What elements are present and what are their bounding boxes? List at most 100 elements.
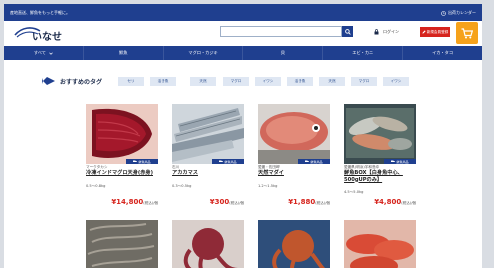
product-weight: 0.5～0.8kg [86, 184, 106, 188]
product-image[interactable] [258, 220, 330, 268]
price-value: ¥4,800 [374, 198, 402, 206]
badge-label: 鮮魚商品 [396, 159, 409, 164]
price-tax: (税込)/個 [315, 201, 330, 205]
tag-chip[interactable]: 活き魚 [287, 77, 313, 86]
calendar-icon [441, 10, 446, 16]
price-tax: (税込)/個 [401, 201, 416, 205]
calendar-link[interactable]: 出荷カレンダー [441, 10, 476, 16]
price-value: ¥300 [209, 198, 230, 206]
sea-bream-image [258, 104, 330, 164]
product-card[interactable]: 鮮魚商品 マークタカシ 冷凍インドマグロ天身(赤身) 0.5～0.8kg ¥14… [86, 104, 158, 224]
badge-label: 鮮魚商品 [138, 159, 151, 164]
tag-label: 天然 [328, 79, 336, 83]
login-label: ログイン [383, 29, 399, 34]
nav-item-label: 鮮魚 [119, 50, 128, 55]
tag-chip[interactable]: マグロ [223, 77, 249, 86]
cart-icon [461, 27, 473, 38]
recommended-tags: おすすめのタグ セリ 活き魚 天然 マグロ イワシ 活き魚 天然 マグロ イワシ [4, 74, 482, 90]
product-image[interactable]: 鮮魚商品 [344, 104, 416, 164]
top-bar: 産地直送、鮮魚をもっと手軽に。 出荷カレンダー [4, 4, 482, 21]
tag-label: イワシ [262, 79, 274, 83]
search-input[interactable] [221, 36, 341, 45]
top-bar-tagline: 産地直送、鮮魚をもっと手軽に。 [10, 10, 70, 15]
product-card[interactable]: 鮮魚商品 愛媛県(明浜)宇和島沖 鮮魚BOX【白身魚中心、500gUPのみ】 4… [344, 104, 416, 224]
product-image[interactable]: 鮮魚商品 [86, 104, 158, 164]
product-price: ¥14,800(税込)/個 [111, 198, 158, 206]
product-badge: 鮮魚商品 [384, 159, 416, 164]
product-badge: 鮮魚商品 [126, 159, 158, 164]
site-logo[interactable]: いなせり [14, 25, 68, 58]
recommended-tags-title: おすすめのタグ [42, 76, 102, 86]
product-price: ¥300(税込)/個 [210, 198, 244, 206]
tag-chip[interactable]: 天然 [319, 77, 345, 86]
product-weight: 0.3～0.5kg [172, 184, 192, 188]
product-card[interactable]: 鮮魚商品 石川 アカカマス 0.3～0.5kg ¥300(税込)/個 [172, 104, 244, 224]
nav-item-label: エビ・カニ [352, 50, 374, 55]
nav-item-squid-octopus[interactable]: イカ・タコ [403, 46, 482, 60]
product-name[interactable]: 鮮魚BOX【白身魚中心、500gUPのみ】 [344, 170, 416, 183]
search-box[interactable] [220, 26, 342, 45]
nav-item-all[interactable]: すべて [4, 46, 84, 60]
nav-item-tuna[interactable]: マグロ・カジキ [164, 46, 244, 60]
signup-label: 新規会員登録 [426, 29, 449, 34]
login-link[interactable]: ログイン [374, 29, 399, 35]
rockfish-image [344, 220, 416, 268]
tag-chip[interactable]: セリ [118, 77, 144, 86]
tag-label: 天然 [199, 79, 207, 83]
tag-chip[interactable]: マグロ [351, 77, 377, 86]
pencil-icon [422, 30, 426, 34]
product-name[interactable]: アカカマス [172, 170, 244, 177]
shrimp-image [86, 220, 158, 268]
nav-item-shellfish[interactable]: 貝 [243, 46, 324, 60]
octopus-image [258, 220, 330, 268]
tag-label: 活き魚 [157, 79, 169, 83]
product-name[interactable]: 天然マダイ [258, 170, 330, 177]
truck-icon [133, 160, 138, 162]
product-price: ¥1,880(税込)/個 [288, 198, 330, 206]
category-nav: すべて 鮮魚 マグロ・カジキ 貝 エビ・カニ イカ・タコ [4, 46, 482, 60]
tag-chip[interactable]: イワシ [383, 77, 409, 86]
barracuda-image [172, 104, 244, 164]
tag-chip[interactable]: イワシ [255, 77, 281, 86]
tag-label: 活き魚 [294, 79, 306, 83]
nav-item-label: マグロ・カジキ [188, 50, 218, 55]
product-card[interactable]: 鮮魚商品 愛媛・佐田岬 天然マダイ 1.2～1.5kg ¥1,880(税込)/個 [258, 104, 330, 224]
product-badge: 鮮魚商品 [212, 159, 244, 164]
nav-item-label: すべて [33, 50, 46, 55]
badge-label: 鮮魚商品 [224, 159, 237, 164]
calendar-link-label: 出荷カレンダー [448, 10, 476, 15]
product-image[interactable] [344, 220, 416, 268]
search-button[interactable] [342, 26, 353, 37]
truck-icon [219, 160, 224, 162]
cart-button[interactable] [456, 22, 478, 44]
tags-label: おすすめのタグ [60, 78, 103, 86]
octopus-image [172, 220, 244, 268]
price-value: ¥14,800 [111, 198, 144, 206]
nav-item-shrimp-crab[interactable]: エビ・カニ [323, 46, 404, 60]
tuna-image [86, 104, 158, 164]
tag-chip[interactable]: 活き魚 [150, 77, 176, 86]
product-image[interactable] [86, 220, 158, 268]
signup-button[interactable]: 新規会員登録 [420, 27, 450, 37]
product-weight: 1.2～1.5kg [258, 184, 278, 188]
price-value: ¥1,880 [288, 198, 316, 206]
tag-chip[interactable]: 天然 [190, 77, 216, 86]
chevron-down-icon [49, 52, 53, 55]
product-weight: 4.5～5.0kg [344, 190, 364, 194]
truck-icon [391, 160, 396, 162]
product-image[interactable]: 鮮魚商品 [172, 104, 244, 164]
fish-box-image [344, 104, 416, 164]
nav-item-fresh-fish[interactable]: 鮮魚 [84, 46, 164, 60]
product-image[interactable]: 鮮魚商品 [258, 104, 330, 164]
tag-label: マグロ [358, 79, 370, 83]
fish-icon [42, 77, 55, 85]
badge-label: 鮮魚商品 [310, 159, 323, 164]
price-tax: (税込)/個 [229, 201, 244, 205]
product-badge: 鮮魚商品 [298, 159, 330, 164]
product-image[interactable] [172, 220, 244, 268]
product-name[interactable]: 冷凍インドマグロ天身(赤身) [86, 170, 158, 177]
price-tax: (税込)/個 [143, 201, 158, 205]
tag-label: マグロ [230, 79, 242, 83]
nav-item-label: 貝 [280, 50, 285, 55]
tag-label: セリ [127, 79, 135, 83]
